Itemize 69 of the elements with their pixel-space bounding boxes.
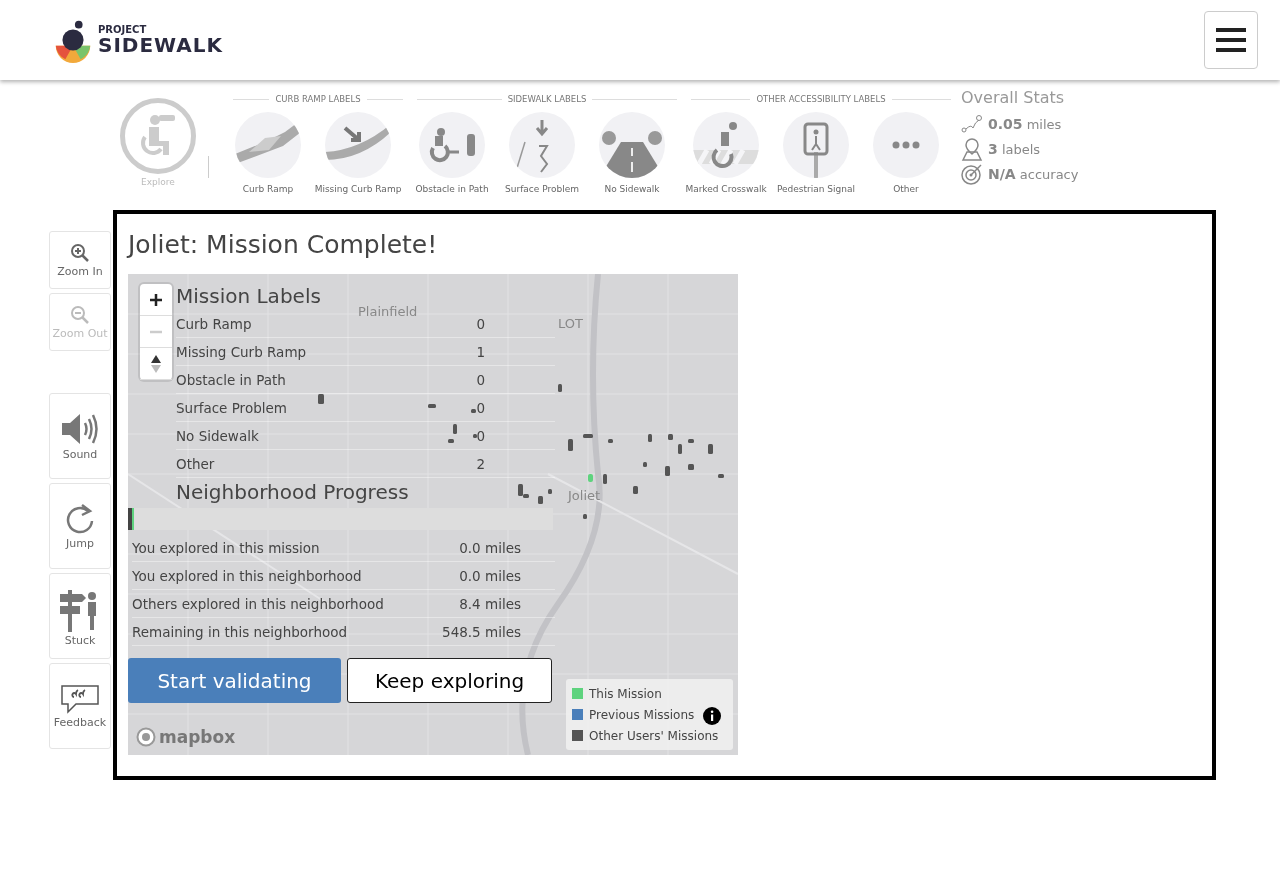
keep-exploring-button[interactable]: Keep exploring: [347, 658, 552, 703]
speaker-icon: [60, 411, 100, 446]
menu-icon: [1216, 27, 1246, 53]
label-type-button[interactable]: Surface Problem: [497, 104, 587, 194]
sidebar-button[interactable]: Sound: [49, 393, 111, 479]
row-value: 2: [476, 455, 485, 472]
row-label: Other: [176, 455, 215, 472]
map-place-label: Plainfield: [358, 304, 418, 319]
row-value: 0.0 miles: [459, 567, 521, 584]
stat-text: 3 labels: [988, 140, 1041, 157]
target-icon: [961, 162, 983, 185]
label-type-button[interactable]: Curb Ramp: [223, 104, 313, 194]
row-label: You explored in this neighborhood: [132, 567, 362, 584]
sidebar-button[interactable]: Feedback: [49, 663, 111, 749]
compass-icon: [151, 353, 161, 374]
start-validating-button[interactable]: Start validating: [128, 658, 341, 703]
label-type-button[interactable]: No Sidewalk: [587, 104, 677, 194]
label-type-button[interactable]: Missing Curb Ramp: [313, 104, 403, 194]
label-type-button[interactable]: Other: [861, 104, 951, 194]
legend-label: This Mission: [589, 686, 662, 701]
row-value: 0: [476, 427, 485, 444]
label-type-button[interactable]: Obstacle in Path: [407, 104, 497, 194]
route-icon: [961, 113, 983, 134]
row-value: 1: [476, 343, 485, 360]
mapbox-text: mapbox: [159, 727, 236, 747]
row-label: You explored in this mission: [132, 539, 320, 556]
logo-text: SIDEWALK: [98, 35, 223, 55]
row-value: 8.4 miles: [459, 595, 521, 612]
plus-icon: [149, 292, 163, 307]
legend-label: Other Users' Missions: [589, 728, 719, 743]
sidebar-button[interactable]: Jump: [49, 483, 111, 569]
logo[interactable]: PROJECT SIDEWALK: [50, 17, 223, 63]
refresh-icon: [64, 502, 96, 535]
menu-button[interactable]: [1204, 11, 1258, 69]
logo-text: PROJECT: [98, 25, 148, 35]
explore-label: Explore: [141, 177, 175, 187]
label-type-button[interactable]: Pedestrian Signal: [771, 104, 861, 194]
row-label: Missing Curb Ramp: [176, 343, 307, 360]
row-value: 0.0 miles: [459, 539, 521, 556]
row-value: 0: [476, 371, 485, 388]
row-label: Others explored in this neighborhood: [132, 595, 384, 612]
info-icon[interactable]: [703, 707, 721, 725]
row-label: Obstacle in Path: [176, 371, 286, 388]
row-label: Remaining in this neighborhood: [132, 623, 348, 640]
row-label: Curb Ramp: [176, 315, 252, 332]
dialog-title: Joliet: Mission Complete!: [128, 229, 439, 261]
section-title: Mission Labels: [176, 284, 322, 308]
group-title: CURB RAMP LABELS: [275, 94, 361, 104]
group-title: OTHER ACCESSIBILITY LABELS: [756, 94, 886, 104]
row-value: 0: [476, 399, 485, 416]
zoom-in-icon: [70, 242, 90, 263]
label-type-button[interactable]: Marked Crosswalk: [681, 104, 771, 194]
row-value: 548.5 miles: [442, 623, 521, 640]
map-pin-icon: [961, 136, 983, 161]
stat-text: 0.05 miles: [988, 115, 1062, 132]
stats-title: Overall Stats: [961, 88, 1066, 107]
zoom-out-icon: [70, 304, 90, 325]
map-place-label: Joliet: [568, 488, 601, 503]
group-title: SIDEWALK LABELS: [507, 94, 587, 104]
map-place-label: LOT: [558, 316, 583, 331]
speech-bubble-icon: [60, 683, 100, 714]
sidebar-button[interactable]: Zoom In: [49, 231, 111, 289]
sidebar-button[interactable]: Stuck: [49, 573, 111, 659]
legend-label: Previous Missions: [589, 707, 695, 722]
row-value: 0: [476, 315, 485, 332]
stat-text: N/A accuracy: [988, 165, 1079, 182]
section-title: Neighborhood Progress: [176, 480, 410, 504]
row-label: Surface Problem: [176, 399, 287, 416]
row-label: No Sidewalk: [176, 427, 259, 444]
